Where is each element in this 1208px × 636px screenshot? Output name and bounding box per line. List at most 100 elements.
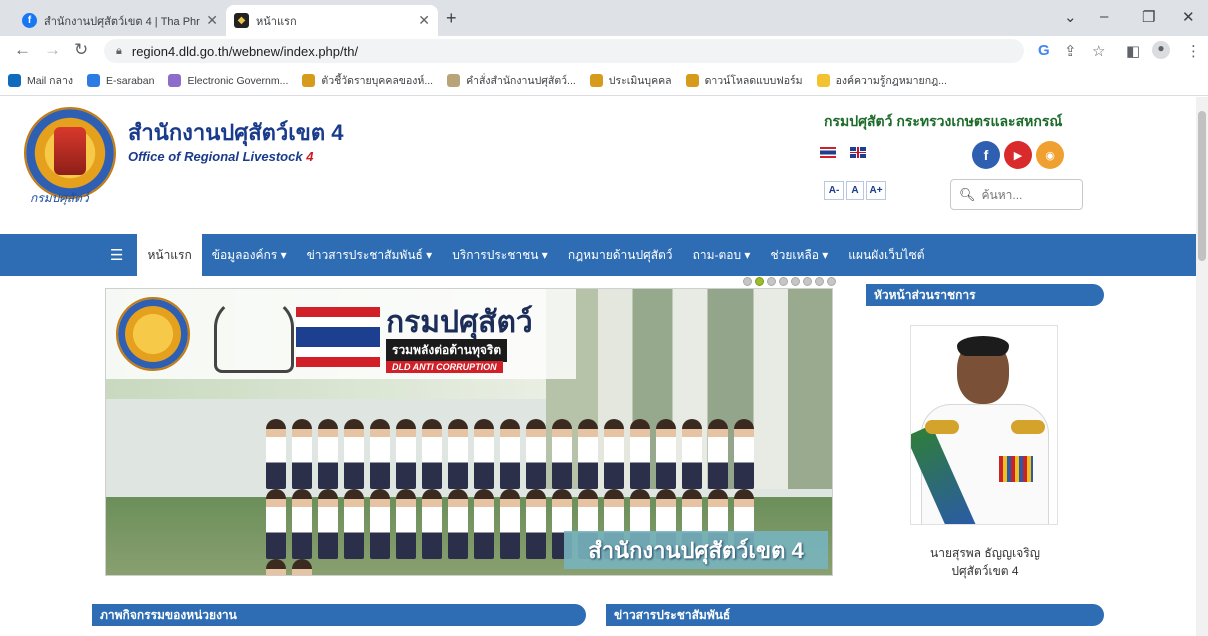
person-figure — [500, 419, 520, 489]
google-translate-icon[interactable]: G — [1038, 42, 1050, 59]
person-figure — [266, 419, 286, 489]
dld-icon — [302, 74, 316, 87]
close-window-icon[interactable]: ✕ — [1182, 8, 1195, 26]
bookmark-item[interactable]: ตัวชี้วัดรายบุคคลของห์... — [302, 72, 433, 89]
bookmark-label: องค์ความรู้กฎหมายกฎ... — [835, 75, 947, 87]
address-bar[interactable]: 🔒︎ region4.dld.go.th/webnew/index.php/th… — [104, 39, 1024, 63]
site-title-en[interactable]: Office of Regional Livestock 4 — [128, 149, 313, 164]
person-figure — [396, 489, 416, 559]
profile-icon[interactable]: ● — [1152, 41, 1170, 59]
medal-ribbons — [999, 456, 1033, 482]
person-figure — [448, 489, 468, 559]
logo-emblem — [54, 127, 86, 175]
site-icon: ◆ — [234, 13, 249, 28]
person-figure — [526, 419, 546, 489]
chief-portrait[interactable] — [910, 325, 1058, 525]
tab-home[interactable]: ◆ หน้าแรก ✕ — [226, 5, 438, 36]
bookmark-item[interactable]: E-saraban — [86, 74, 155, 87]
activities-heading: ภาพกิจกรรมของหน่วยงาน — [92, 604, 586, 626]
tab-search-icon[interactable]: ⌄ — [1064, 8, 1077, 26]
facebook-icon[interactable]: f — [972, 141, 1000, 169]
bookmark-item[interactable]: Mail กลาง — [8, 72, 73, 89]
scroll-thumb[interactable] — [1198, 111, 1206, 261]
person-figure — [474, 489, 494, 559]
close-icon[interactable]: ✕ — [418, 12, 430, 29]
search-box[interactable]: 🔍︎ — [950, 179, 1083, 210]
slider-dot[interactable] — [779, 277, 788, 286]
slider-dot[interactable] — [803, 277, 812, 286]
slider-dot[interactable] — [755, 277, 764, 286]
minimize-icon[interactable]: – — [1100, 8, 1108, 25]
handshake-icon — [214, 297, 294, 373]
nav-law[interactable]: กฎหมายด้านปศุสัตว์ — [558, 234, 683, 276]
bookmark-item[interactable]: องค์ความรู้กฎหมายกฎ... — [816, 72, 947, 89]
bookmark-item[interactable]: Electronic Governm... — [168, 74, 288, 87]
url-text: region4.dld.go.th/webnew/index.php/th/ — [131, 43, 359, 59]
person-figure — [552, 419, 572, 489]
person-figure — [318, 419, 338, 489]
facebook-icon: f — [22, 13, 37, 28]
uk-flag-icon[interactable] — [850, 147, 866, 158]
logo-caption: กรมปศุสัตว์ — [30, 191, 89, 205]
slider-dot[interactable] — [767, 277, 776, 286]
slider-dot[interactable] — [743, 277, 752, 286]
person-figure — [292, 489, 312, 559]
side-panel-icon[interactable]: ◧ — [1126, 42, 1140, 60]
slider-dot[interactable] — [827, 277, 836, 286]
nav-organization[interactable]: ข้อมูลองค์กร ▾ — [202, 234, 297, 276]
font-increase-button[interactable]: A+ — [866, 181, 886, 200]
font-decrease-button[interactable]: A- — [824, 181, 844, 200]
main-nav: ☰ หน้าแรก ข้อมูลองค์กร ▾ ข่าวสารประชาสัม… — [0, 234, 1196, 276]
share-icon[interactable]: ⇪ — [1064, 42, 1077, 60]
font-normal-button[interactable]: A — [846, 181, 864, 200]
youtube-icon[interactable]: ▶ — [1004, 141, 1032, 169]
menu-kebab-icon[interactable]: ⋮ — [1186, 42, 1201, 60]
news-heading: ข่าวสารประชาสัมพันธ์ — [606, 604, 1104, 626]
search-input[interactable] — [981, 187, 1078, 202]
slider-dot[interactable] — [815, 277, 824, 286]
nav-faq[interactable]: ถาม-ตอบ ▾ — [683, 234, 761, 276]
person-figure — [604, 419, 624, 489]
department-link[interactable]: กรมปศุสัตว์ กระทรวงเกษตรและสหกรณ์ — [824, 111, 1062, 133]
dld-logo[interactable] — [24, 107, 116, 199]
hero-slider[interactable]: กรมปศุสัตว์ รวมพลังต่อต้านทุจริต DLD ANT… — [105, 288, 833, 576]
bookmark-label: E-saraban — [105, 74, 155, 87]
chief-heading: หัวหน้าส่วนราชการ — [866, 284, 1104, 306]
site-title-th[interactable]: สำนักงานปศุสัตว์เขต 4 — [128, 115, 343, 150]
tab-facebook[interactable]: f สำนักงานปศุสัตว์เขต 4 | Tha Phra | F ✕ — [14, 5, 226, 36]
person-figure — [266, 559, 286, 575]
person-figure — [266, 489, 286, 559]
bookmarks-bar: Mail กลาง E-saraban Electronic Governm... ต… — [0, 66, 1208, 96]
bookmark-item[interactable]: ประเมินบุคคล — [589, 72, 672, 89]
page-scrollbar[interactable] — [1196, 97, 1208, 636]
nav-home[interactable]: หน้าแรก — [137, 234, 202, 276]
thai-flag-icon[interactable] — [820, 147, 836, 158]
bulb-icon — [816, 74, 830, 87]
nav-services[interactable]: บริการประชาชน ▾ — [442, 234, 558, 276]
rss-icon[interactable]: ◉ — [1036, 141, 1064, 169]
person-figure — [630, 419, 650, 489]
chief-name: นายสุรพล ธัญญเจริญ — [930, 546, 1040, 560]
bookmark-star-icon[interactable]: ☆ — [1092, 42, 1105, 60]
slide-anti-corruption: DLD ANTI CORRUPTION — [386, 361, 503, 373]
hamburger-menu-icon[interactable]: ☰ — [96, 234, 137, 276]
bookmark-item[interactable]: ดาวน์โหลดแบบฟอร์ม — [685, 72, 803, 89]
nav-news[interactable]: ข่าวสารประชาสัมพันธ์ ▾ — [297, 234, 443, 276]
person-figure — [422, 419, 442, 489]
back-icon[interactable]: ← — [14, 40, 31, 60]
close-icon[interactable]: ✕ — [206, 12, 218, 29]
person-figure — [526, 489, 546, 559]
person-figure — [344, 489, 364, 559]
nav-help[interactable]: ช่วยเหลือ ▾ — [760, 234, 838, 276]
slider-dot[interactable] — [791, 277, 800, 286]
bookmark-label: ตัวชี้วัดรายบุคคลของห์... — [321, 75, 434, 87]
search-icon: 🔍︎ — [959, 186, 976, 202]
nav-sitemap[interactable]: แผนผังเว็บไซต์ — [838, 234, 934, 276]
bookmark-item[interactable]: คำสั่งสำนักงานปศุสัตว์... — [447, 72, 576, 89]
new-tab-icon[interactable]: + — [446, 8, 457, 29]
dld-icon — [447, 74, 461, 87]
restore-icon[interactable]: ❐ — [1142, 8, 1155, 26]
forward-icon[interactable]: → — [44, 40, 61, 60]
reload-icon[interactable]: ↻ — [74, 40, 88, 60]
dld-icon — [589, 74, 603, 87]
